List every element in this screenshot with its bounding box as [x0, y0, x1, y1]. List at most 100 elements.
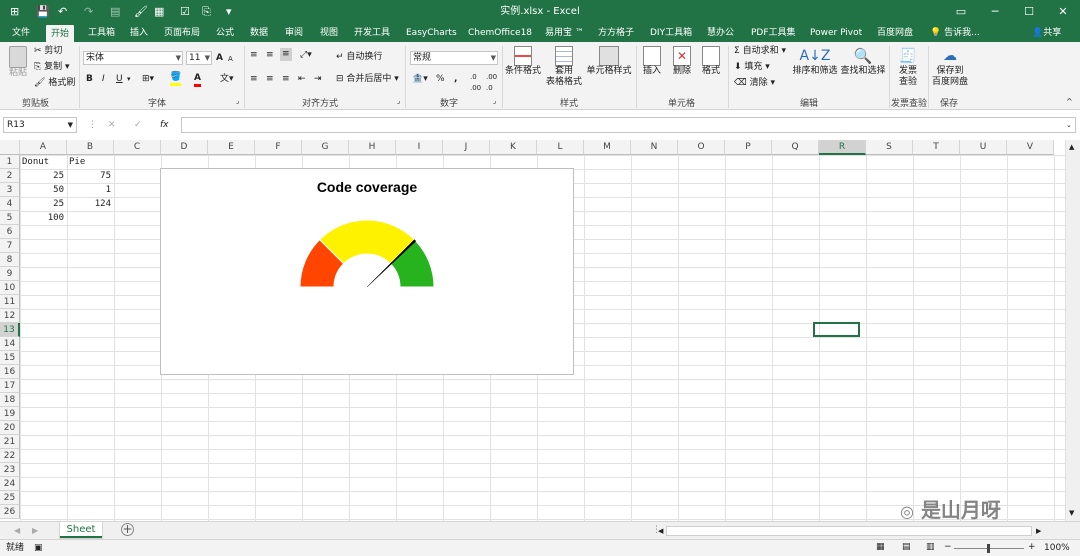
tab-easycharts[interactable]: EasyCharts: [406, 24, 457, 42]
tab-diy-toolbox[interactable]: DIY工具箱: [650, 24, 692, 42]
tab-file[interactable]: 文件: [12, 24, 30, 42]
row-header-2[interactable]: 2: [0, 169, 20, 183]
normal-view-icon[interactable]: ▦: [876, 542, 885, 553]
merge-center-button[interactable]: ⊟ 合并后居中 ▾: [336, 74, 399, 85]
percent-button[interactable]: %: [436, 74, 445, 85]
row-header-11[interactable]: 11: [0, 295, 20, 309]
column-header-M[interactable]: M: [584, 140, 631, 155]
close-button[interactable]: ✕: [1048, 0, 1078, 24]
column-header-Q[interactable]: Q: [772, 140, 819, 155]
scroll-up-icon[interactable]: ▲: [1069, 142, 1074, 153]
cell-B3[interactable]: 1: [67, 183, 114, 197]
macro-record-icon[interactable]: ▣: [34, 543, 43, 554]
align-right-icon[interactable]: ≡: [282, 74, 290, 85]
row-header-16[interactable]: 16: [0, 365, 20, 379]
conditional-format-button[interactable]: 条件格式: [504, 46, 542, 77]
tab-chemoffice[interactable]: ChemOffice18: [468, 24, 532, 42]
sort-filter-button[interactable]: A↓Z 排序和筛选: [792, 46, 838, 77]
row-header-26[interactable]: 26: [0, 505, 20, 519]
column-header-H[interactable]: H: [349, 140, 396, 155]
autosum-button[interactable]: Σ 自动求和 ▾: [734, 46, 786, 57]
shrink-font-button[interactable]: A: [228, 54, 233, 65]
column-header-V[interactable]: V: [1007, 140, 1054, 155]
tab-baidu-netdisk[interactable]: 百度网盘: [877, 24, 913, 42]
column-header-U[interactable]: U: [960, 140, 1007, 155]
tell-me-search[interactable]: 💡 告诉我...: [930, 24, 980, 42]
phonetic-icon[interactable]: 文▾: [220, 74, 234, 85]
fill-color-icon[interactable]: 🪣: [170, 72, 182, 86]
bold-button[interactable]: B: [86, 74, 93, 85]
page-layout-view-icon[interactable]: ▤: [902, 542, 911, 553]
tab-data[interactable]: 数据: [250, 24, 268, 42]
row-header-9[interactable]: 9: [0, 267, 20, 281]
column-header-R[interactable]: R: [819, 140, 866, 155]
align-bottom-icon[interactable]: ≡: [280, 48, 292, 61]
column-header-B[interactable]: B: [67, 140, 114, 155]
column-header-T[interactable]: T: [913, 140, 960, 155]
orientation-icon[interactable]: ⤢▾: [300, 50, 312, 61]
selected-cell-R13[interactable]: [813, 322, 860, 337]
column-header-D[interactable]: D: [161, 140, 208, 155]
scroll-next-sheet-icon[interactable]: ▶: [32, 525, 38, 536]
font-color-button[interactable]: A: [194, 73, 201, 87]
decrease-decimal-icon[interactable]: .00.0: [486, 72, 497, 94]
dialog-launcher-icon[interactable]: ⌟: [236, 96, 239, 107]
column-header-P[interactable]: P: [725, 140, 772, 155]
column-header-J[interactable]: J: [443, 140, 490, 155]
hscroll-left-icon[interactable]: ◀: [658, 526, 663, 537]
row-header-8[interactable]: 8: [0, 253, 20, 267]
row-header-19[interactable]: 19: [0, 407, 20, 421]
row-header-10[interactable]: 10: [0, 281, 20, 295]
grow-font-button[interactable]: A: [216, 53, 223, 64]
tab-insert[interactable]: 插入: [130, 24, 148, 42]
zoom-level[interactable]: 100%: [1044, 543, 1070, 554]
zoom-out-button[interactable]: −: [944, 542, 952, 553]
increase-decimal-icon[interactable]: .0.00: [470, 72, 481, 94]
cell-A2[interactable]: 25: [20, 169, 67, 183]
row-header-17[interactable]: 17: [0, 379, 20, 393]
cell-B1[interactable]: Pie: [69, 155, 85, 169]
row-header-5[interactable]: 5: [0, 211, 20, 225]
delete-cells-button[interactable]: ✕ 删除: [670, 46, 694, 77]
tab-review[interactable]: 审阅: [285, 24, 303, 42]
cell-A1[interactable]: Donut: [22, 155, 49, 169]
gauge-chart[interactable]: Code coverage: [160, 168, 574, 375]
row-header-25[interactable]: 25: [0, 491, 20, 505]
underline-button[interactable]: U: [116, 74, 123, 85]
scroll-prev-sheet-icon[interactable]: ◀: [14, 525, 20, 536]
row-header-13[interactable]: 13: [0, 323, 20, 337]
sheet-tab[interactable]: Sheet: [60, 522, 102, 538]
find-select-button[interactable]: 🔍 查找和选择: [840, 46, 886, 77]
add-sheet-button[interactable]: +: [121, 523, 134, 536]
cell-A4[interactable]: 25: [20, 197, 67, 211]
ribbon-display-icon[interactable]: ▭: [946, 0, 976, 24]
format-cells-button[interactable]: 格式: [699, 46, 723, 77]
number-format-select[interactable]: 常规 ▼: [410, 51, 498, 65]
row-header-6[interactable]: 6: [0, 225, 20, 239]
name-box[interactable]: R13 ▼: [3, 117, 77, 133]
tab-toolbox[interactable]: 工具箱: [88, 24, 115, 42]
tab-formulas[interactable]: 公式: [216, 24, 234, 42]
column-header-S[interactable]: S: [866, 140, 913, 155]
tab-pdf-tools[interactable]: PDF工具集: [751, 24, 796, 42]
copy-button[interactable]: ⎘ 复制 ▾: [34, 62, 69, 73]
zoom-slider[interactable]: [954, 544, 1024, 553]
fill-button[interactable]: ⬇ 填充 ▾: [734, 62, 770, 73]
wrap-text-button[interactable]: ↵ 自动换行: [336, 52, 382, 63]
dialog-launcher-icon[interactable]: ⌟: [493, 96, 496, 107]
maximize-button[interactable]: ☐: [1014, 0, 1044, 24]
zoom-in-button[interactable]: +: [1028, 542, 1036, 553]
minimize-button[interactable]: ─: [980, 0, 1010, 24]
row-header-23[interactable]: 23: [0, 463, 20, 477]
chevron-down-icon[interactable]: ▾: [127, 74, 131, 85]
tab-fangfang[interactable]: 方方格子: [598, 24, 634, 42]
column-header-A[interactable]: A: [20, 140, 67, 155]
save-netdisk-button[interactable]: ☁ 保存到 百度网盘: [930, 46, 970, 88]
column-header-N[interactable]: N: [631, 140, 678, 155]
row-header-12[interactable]: 12: [0, 309, 20, 323]
cell-A3[interactable]: 50: [20, 183, 67, 197]
currency-icon[interactable]: 🏦▾: [412, 74, 428, 85]
row-header-4[interactable]: 4: [0, 197, 20, 211]
row-header-18[interactable]: 18: [0, 393, 20, 407]
increase-indent-icon[interactable]: ⇥: [314, 74, 322, 85]
